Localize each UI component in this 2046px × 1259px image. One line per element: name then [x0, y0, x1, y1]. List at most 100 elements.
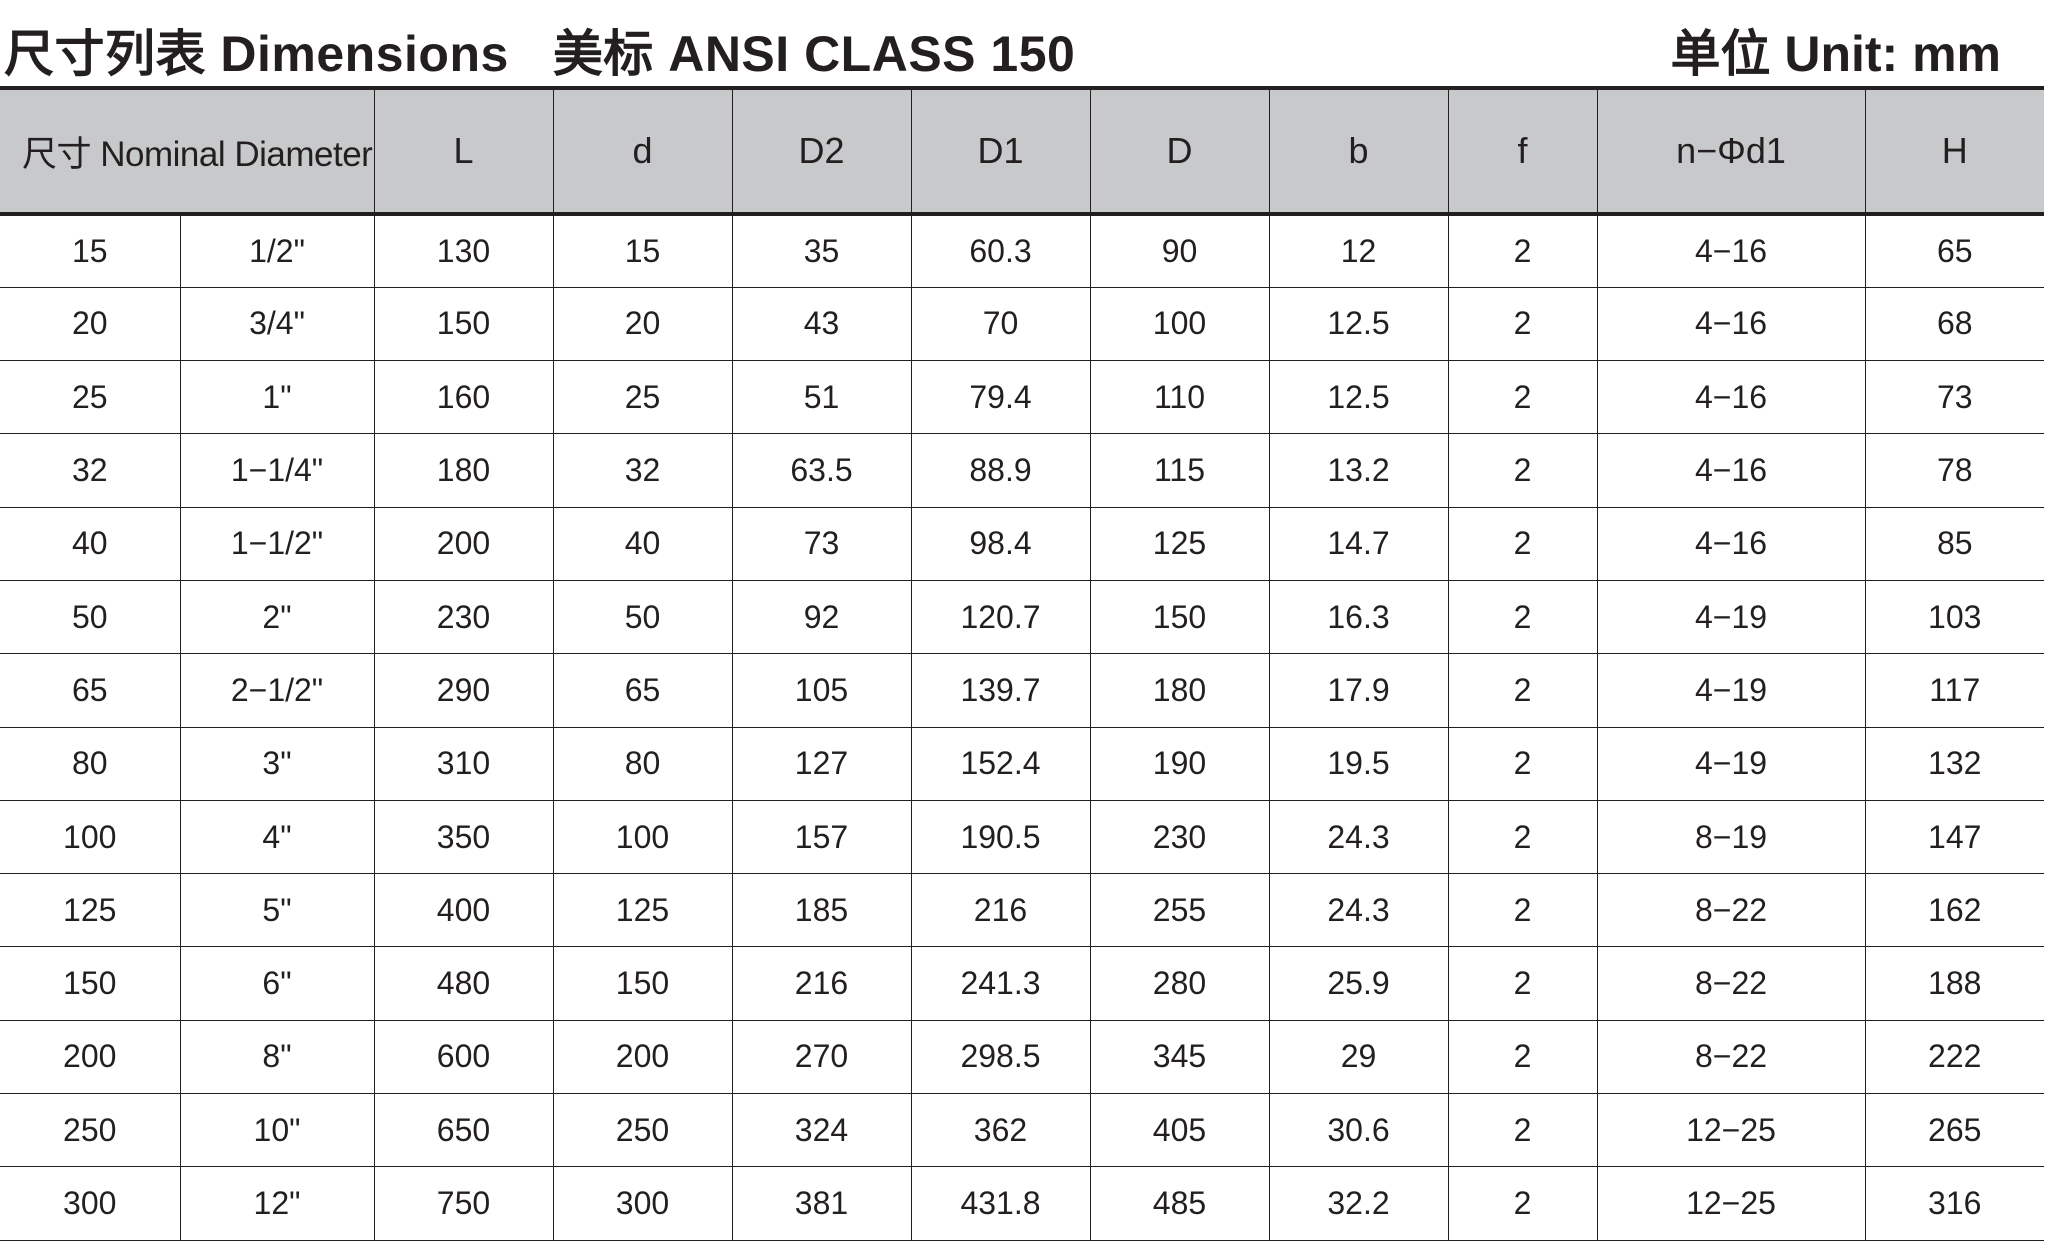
table-cell: 103 — [1864, 580, 2044, 655]
table-cell: 32.2 — [1268, 1166, 1449, 1241]
title-bar: 尺寸列表 Dimensions 美标 ANSI CLASS 150 单位 Unit… — [0, 0, 2046, 88]
table-cell: 63.5 — [731, 433, 912, 508]
table-cell: 8−22 — [1596, 1020, 1866, 1095]
table-cell: 310 — [373, 727, 554, 801]
table-cell: 24.3 — [1268, 873, 1449, 948]
table-cell: 4−19 — [1596, 653, 1866, 728]
table-cell: 12−25 — [1596, 1093, 1866, 1168]
table-cell: 98.4 — [910, 507, 1091, 581]
table-cell: 29 — [1268, 1020, 1449, 1095]
column-header: D — [1089, 86, 1270, 216]
table-cell: 110 — [1089, 360, 1270, 435]
table-cell: 117 — [1864, 653, 2044, 728]
table-cell: 345 — [1089, 1020, 1270, 1095]
table-cell: 180 — [373, 433, 554, 508]
table-cell: 100 — [552, 800, 733, 875]
title-cn: 尺寸列表 — [4, 26, 206, 82]
table-cell: 1−1/4" — [179, 433, 375, 508]
table-cell: 190.5 — [910, 800, 1091, 875]
table-cell: 255 — [1089, 873, 1270, 948]
column-header: L — [373, 86, 554, 216]
table-cell: 300 — [0, 1166, 181, 1241]
table-cell: 32 — [552, 433, 733, 508]
table-cell: 230 — [373, 580, 554, 655]
table-cell: 270 — [731, 1020, 912, 1095]
table-cell: 150 — [1089, 580, 1270, 655]
table-cell: 250 — [552, 1093, 733, 1168]
table-cell: 70 — [910, 287, 1091, 362]
table-cell: 20 — [552, 287, 733, 362]
table-cell: 600 — [373, 1020, 554, 1095]
table-cell: 2−1/2" — [179, 653, 375, 728]
table-cell: 2 — [1447, 360, 1598, 435]
table-cell: 78 — [1864, 433, 2044, 508]
table-row: 300 12" 750 300 381 431.8 485 32.2 2 12−25 316 — [0, 1166, 2044, 1241]
table-cell: 190 — [1089, 727, 1270, 801]
table-cell: 2 — [1447, 1093, 1598, 1168]
table-cell: 4−16 — [1596, 214, 1866, 288]
table-cell: 50 — [0, 580, 181, 655]
table-cell: 4" — [179, 800, 375, 875]
table-cell: 73 — [731, 507, 912, 581]
table-row: 50 2" 230 50 92 120.7 150 16.3 2 4−19 103 — [0, 580, 2044, 655]
header-nominal-diameter: 尺寸 Nominal Diameter — [0, 86, 375, 216]
table-cell: 51 — [731, 360, 912, 435]
table-cell: 230 — [1089, 800, 1270, 875]
table-cell: 2 — [1447, 433, 1598, 508]
unit-label: 单位 Unit: mm — [1670, 26, 2001, 82]
table-cell: 13.2 — [1268, 433, 1449, 508]
table-cell: 20 — [0, 287, 181, 362]
table-cell: 73 — [1864, 360, 2044, 435]
table-cell: 32 — [0, 433, 181, 508]
table-row: 25 1" 160 25 51 79.4 110 12.5 2 4−16 73 — [0, 360, 2044, 435]
table-cell: 222 — [1864, 1020, 2044, 1095]
table-cell: 1" — [179, 360, 375, 435]
table-cell: 8" — [179, 1020, 375, 1095]
table-cell: 150 — [0, 946, 181, 1021]
table-cell: 200 — [552, 1020, 733, 1095]
table-cell: 125 — [1089, 507, 1270, 581]
table-cell: 8−19 — [1596, 800, 1866, 875]
table-cell: 162 — [1864, 873, 2044, 948]
table-cell: 2 — [1447, 800, 1598, 875]
table-cell: 130 — [373, 214, 554, 288]
table-cell: 50 — [552, 580, 733, 655]
table-cell: 65 — [1864, 214, 2044, 288]
table-cell: 17.9 — [1268, 653, 1449, 728]
table-cell: 298.5 — [910, 1020, 1091, 1095]
table-row: 15 1/2" 130 15 35 60.3 90 12 2 4−16 65 — [0, 214, 2044, 288]
table-cell: 2 — [1447, 1020, 1598, 1095]
table-cell: 25 — [0, 360, 181, 435]
table-cell: 316 — [1864, 1166, 2044, 1241]
table-cell: 650 — [373, 1093, 554, 1168]
table-cell: 25 — [552, 360, 733, 435]
table-row: 65 2−1/2" 290 65 105 139.7 180 17.9 2 4−19 117 — [0, 653, 2044, 728]
table-cell: 10" — [179, 1093, 375, 1168]
table-cell: 2 — [1447, 873, 1598, 948]
standard-en: ANSI CLASS 150 — [668, 26, 1076, 82]
table-cell: 120.7 — [910, 580, 1091, 655]
table-cell: 40 — [0, 507, 181, 581]
table-cell: 400 — [373, 873, 554, 948]
table-cell: 90 — [1089, 214, 1270, 288]
table-cell: 79.4 — [910, 360, 1091, 435]
table-cell: 19.5 — [1268, 727, 1449, 801]
table-cell: 157 — [731, 800, 912, 875]
table-cell: 188 — [1864, 946, 2044, 1021]
table-cell: 68 — [1864, 287, 2044, 362]
table-cell: 2 — [1447, 946, 1598, 1021]
table-cell: 2 — [1447, 287, 1598, 362]
table-cell: 127 — [731, 727, 912, 801]
table-cell: 160 — [373, 360, 554, 435]
table-cell: 16.3 — [1268, 580, 1449, 655]
table-cell: 12−25 — [1596, 1166, 1866, 1241]
table-cell: 265 — [1864, 1093, 2044, 1168]
table-cell: 12.5 — [1268, 287, 1449, 362]
table-cell: 3/4" — [179, 287, 375, 362]
table-cell: 147 — [1864, 800, 2044, 875]
table-cell: 132 — [1864, 727, 2044, 801]
column-header: d — [552, 86, 733, 216]
column-header: H — [1864, 86, 2044, 216]
table-cell: 300 — [552, 1166, 733, 1241]
table-cell: 4−19 — [1596, 727, 1866, 801]
